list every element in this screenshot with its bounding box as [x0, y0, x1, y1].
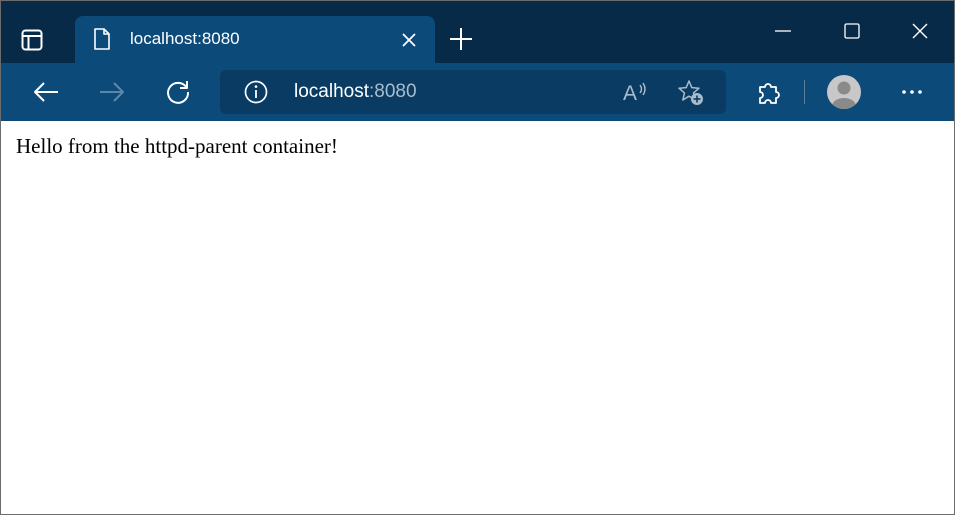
close-tab-icon[interactable]: [399, 30, 419, 50]
tab-actions-icon: [21, 29, 43, 51]
refresh-icon: [167, 81, 190, 104]
tab-actions-button[interactable]: [15, 23, 49, 57]
tab-title: localhost:8080: [130, 29, 240, 48]
back-button[interactable]: [30, 76, 62, 108]
add-favorite-icon[interactable]: [677, 79, 705, 107]
navigation-toolbar: localhost:8080 A: [1, 63, 954, 121]
puzzle-piece-icon: [759, 83, 780, 104]
tab-active[interactable]: localhost:8080: [75, 16, 435, 63]
read-aloud-icon[interactable]: A: [622, 80, 650, 104]
page-icon: [94, 28, 110, 50]
page-content: Hello from the httpd-parent container!: [1, 121, 954, 514]
profile-avatar[interactable]: [827, 75, 861, 109]
page-body-text: Hello from the httpd-parent container!: [16, 134, 338, 158]
extensions-button[interactable]: [753, 76, 785, 108]
back-arrow-icon: [34, 82, 58, 102]
window-close-icon[interactable]: [910, 21, 930, 41]
more-dots-icon: [902, 90, 922, 94]
new-tab-icon[interactable]: [449, 27, 473, 51]
svg-text:A: A: [623, 82, 637, 104]
maximize-icon[interactable]: [842, 21, 862, 41]
url-host: localhost: [294, 81, 369, 102]
site-info-icon[interactable]: [244, 80, 268, 104]
browser-window: localhost:8080 localhost:8080 A Hello fr…: [0, 0, 955, 515]
tab-strip: localhost:8080: [1, 1, 954, 63]
url-text[interactable]: localhost:8080: [294, 81, 417, 103]
refresh-button[interactable]: [162, 76, 194, 108]
forward-button[interactable]: [96, 76, 128, 108]
forward-arrow-icon: [100, 82, 124, 102]
minimize-icon[interactable]: [773, 21, 793, 41]
address-bar[interactable]: localhost:8080 A: [220, 70, 726, 114]
url-port: :8080: [369, 81, 417, 102]
more-options-button[interactable]: [896, 76, 928, 108]
user-avatar-icon: [832, 81, 856, 109]
toolbar-divider: [804, 80, 805, 104]
